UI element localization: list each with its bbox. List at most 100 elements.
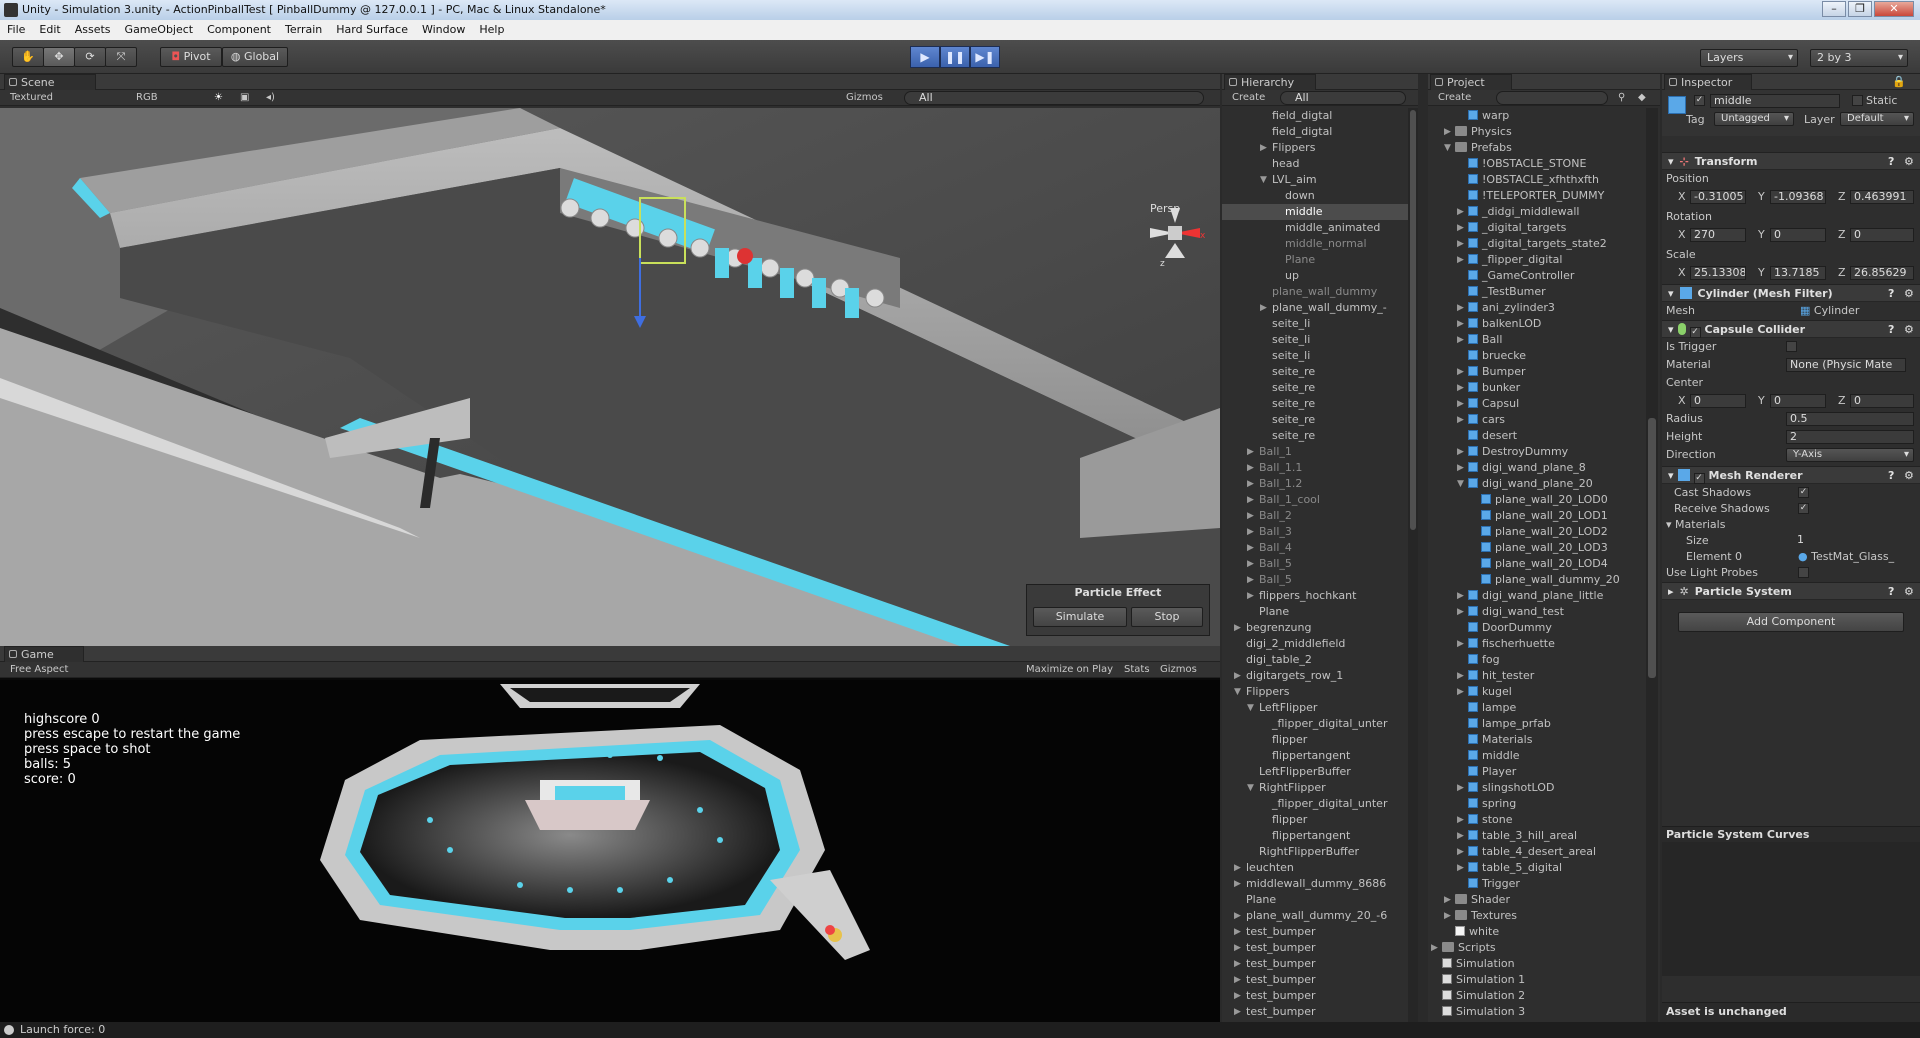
project-item[interactable]: ▼ digi_wand_plane_20 (1428, 476, 1646, 492)
project-item[interactable]: ▶ bunker (1428, 380, 1646, 396)
collapsed-arrow-icon[interactable]: ▶ (1234, 908, 1241, 924)
project-item[interactable]: bruecke (1428, 348, 1646, 364)
hierarchy-item[interactable]: ▶ Flippers (1222, 140, 1408, 156)
menu-hard-surface[interactable]: Hard Surface (329, 20, 415, 40)
collapsed-arrow-icon[interactable]: ▶ (1457, 668, 1464, 684)
project-item[interactable]: !TELEPORTER_DUMMY (1428, 188, 1646, 204)
tab-game[interactable]: Game (4, 646, 84, 662)
hierarchy-item[interactable]: ▶ test_bumper (1222, 924, 1408, 940)
collapsed-arrow-icon[interactable]: ▶ (1234, 620, 1241, 636)
hierarchy-item[interactable]: ▶ Ball_1.2 (1222, 476, 1408, 492)
project-search-input[interactable] (1496, 91, 1608, 105)
collapsed-arrow-icon[interactable]: ▶ (1234, 876, 1241, 892)
hierarchy-item[interactable]: Plane (1222, 892, 1408, 908)
collapsed-arrow-icon[interactable]: ▶ (1457, 380, 1464, 396)
position-x-field[interactable]: -0.31005 (1690, 190, 1746, 204)
hierarchy-item[interactable]: flipper (1222, 732, 1408, 748)
project-item[interactable]: ▶ DestroyDummy (1428, 444, 1646, 460)
hierarchy-item[interactable]: ▶ Ball_2 (1222, 508, 1408, 524)
collapsed-arrow-icon[interactable]: ▶ (1234, 860, 1241, 876)
hierarchy-item[interactable]: ▶ middlewall_dummy_8686 (1222, 876, 1408, 892)
collapsed-arrow-icon[interactable]: ▶ (1457, 412, 1464, 428)
collapsed-arrow-icon[interactable]: ▶ (1457, 828, 1464, 844)
project-item[interactable]: Materials (1428, 732, 1646, 748)
hierarchy-item[interactable]: RightFlipperBuffer (1222, 844, 1408, 860)
rotation-z-field[interactable]: 0 (1850, 228, 1914, 242)
collapsed-arrow-icon[interactable]: ▶ (1247, 492, 1254, 508)
hierarchy-item[interactable]: ▶ plane_wall_dummy_20_-6 (1222, 908, 1408, 924)
collapsed-arrow-icon[interactable]: ▶ (1457, 252, 1464, 268)
scale-y-field[interactable]: 13.7185 (1770, 266, 1826, 280)
material-field[interactable]: None (Physic Mate (1786, 358, 1906, 372)
hierarchy-item[interactable]: ▶ Ball_5 (1222, 572, 1408, 588)
help-icon[interactable]: ? (1888, 321, 1894, 338)
stop-button[interactable]: Stop (1131, 607, 1203, 627)
hierarchy-item[interactable]: ▶ test_bumper (1222, 988, 1408, 1004)
hierarchy-item[interactable]: ▶ Ball_4 (1222, 540, 1408, 556)
layout-dropdown[interactable]: 2 by 3 (1810, 49, 1908, 67)
project-item[interactable]: ▶ fischerhuette (1428, 636, 1646, 652)
collapsed-arrow-icon[interactable]: ▶ (1457, 588, 1464, 604)
step-button[interactable]: ▶❚ (970, 46, 1000, 68)
mesh-renderer-header[interactable]: ▾ ✓ Mesh Renderer ? ⚙ (1662, 466, 1920, 484)
project-item[interactable]: ▶ _digital_targets_state2 (1428, 236, 1646, 252)
project-item[interactable]: ▶ balkenLOD (1428, 316, 1646, 332)
collapsed-arrow-icon[interactable]: ▶ (1457, 444, 1464, 460)
tab-project[interactable]: Project (1430, 74, 1512, 90)
project-scrollbar[interactable] (1646, 108, 1658, 1022)
hierarchy-item[interactable]: down (1222, 188, 1408, 204)
collapsed-arrow-icon[interactable]: ▶ (1247, 460, 1254, 476)
scale-z-field[interactable]: 26.85629 (1850, 266, 1914, 280)
scene-gizmos-dropdown[interactable]: Gizmos (846, 90, 883, 105)
collapsed-arrow-icon[interactable]: ▶ (1457, 396, 1464, 412)
expanded-arrow-icon[interactable]: ▼ (1457, 476, 1464, 492)
collapsed-arrow-icon[interactable]: ▶ (1247, 476, 1254, 492)
project-item[interactable]: ▶ Scripts (1428, 940, 1646, 956)
hierarchy-item[interactable]: ▶ Ball_3 (1222, 524, 1408, 540)
collapsed-arrow-icon[interactable]: ▶ (1234, 668, 1241, 684)
collapsed-arrow-icon[interactable]: ▶ (1247, 572, 1254, 588)
hierarchy-item[interactable]: _flipper_digital_unter (1222, 716, 1408, 732)
project-item[interactable]: ▶ slingshotLOD (1428, 780, 1646, 796)
expanded-arrow-icon[interactable]: ▼ (1247, 700, 1254, 716)
collapsed-arrow-icon[interactable]: ▶ (1457, 220, 1464, 236)
direction-dropdown[interactable]: Y-Axis (1786, 448, 1914, 462)
layer-dropdown[interactable]: Default (1840, 112, 1914, 126)
hierarchy-item[interactable]: seite_li (1222, 316, 1408, 332)
collapsed-arrow-icon[interactable]: ▶ (1457, 364, 1464, 380)
expanded-arrow-icon[interactable]: ▼ (1247, 780, 1254, 796)
position-y-field[interactable]: -1.09368 (1770, 190, 1826, 204)
hierarchy-item[interactable]: seite_re (1222, 412, 1408, 428)
tab-scene[interactable]: Scene (4, 74, 96, 90)
maximize-button[interactable]: ❐ (1848, 1, 1872, 17)
project-item[interactable]: ▶ table_5_digital (1428, 860, 1646, 876)
layers-dropdown[interactable]: Layers (1700, 49, 1798, 67)
project-item[interactable]: !OBSTACLE_STONE (1428, 156, 1646, 172)
expanded-arrow-icon[interactable]: ▼ (1234, 684, 1241, 700)
hierarchy-item[interactable]: ▼ LeftFlipper (1222, 700, 1408, 716)
hierarchy-item[interactable]: seite_re (1222, 380, 1408, 396)
collapsed-arrow-icon[interactable]: ▶ (1457, 332, 1464, 348)
cast-shadows-checkbox[interactable]: ✓ (1798, 487, 1809, 498)
collapsed-arrow-icon[interactable]: ▶ (1260, 140, 1267, 156)
project-item[interactable]: Simulation 1 (1428, 972, 1646, 988)
collapsed-arrow-icon[interactable]: ▶ (1234, 972, 1241, 988)
collapsed-arrow-icon[interactable]: ▶ (1457, 780, 1464, 796)
project-item[interactable]: lampe (1428, 700, 1646, 716)
collapsed-arrow-icon[interactable]: ▶ (1234, 924, 1241, 940)
project-item[interactable]: Player (1428, 764, 1646, 780)
project-item[interactable]: spring (1428, 796, 1646, 812)
hierarchy-item[interactable]: seite_re (1222, 364, 1408, 380)
project-item[interactable]: ▶ Bumper (1428, 364, 1646, 380)
collapsed-arrow-icon[interactable]: ▶ (1457, 844, 1464, 860)
is-trigger-checkbox[interactable] (1786, 341, 1797, 352)
audio-toggle-icon[interactable]: ◂) (266, 90, 275, 105)
scale-x-field[interactable]: 25.13308 (1690, 266, 1746, 280)
position-z-field[interactable]: 0.463991 (1850, 190, 1914, 204)
project-item[interactable]: Simulation 3 (1428, 1004, 1646, 1020)
materials-foldout[interactable]: ▾ Materials (1666, 518, 1725, 531)
transform-header[interactable]: ▾ ⊹ Transform ? ⚙ (1662, 152, 1920, 170)
project-item[interactable]: ▶ digi_wand_test (1428, 604, 1646, 620)
hierarchy-item[interactable]: up (1222, 268, 1408, 284)
project-item[interactable]: ▶ table_4_desert_areal (1428, 844, 1646, 860)
